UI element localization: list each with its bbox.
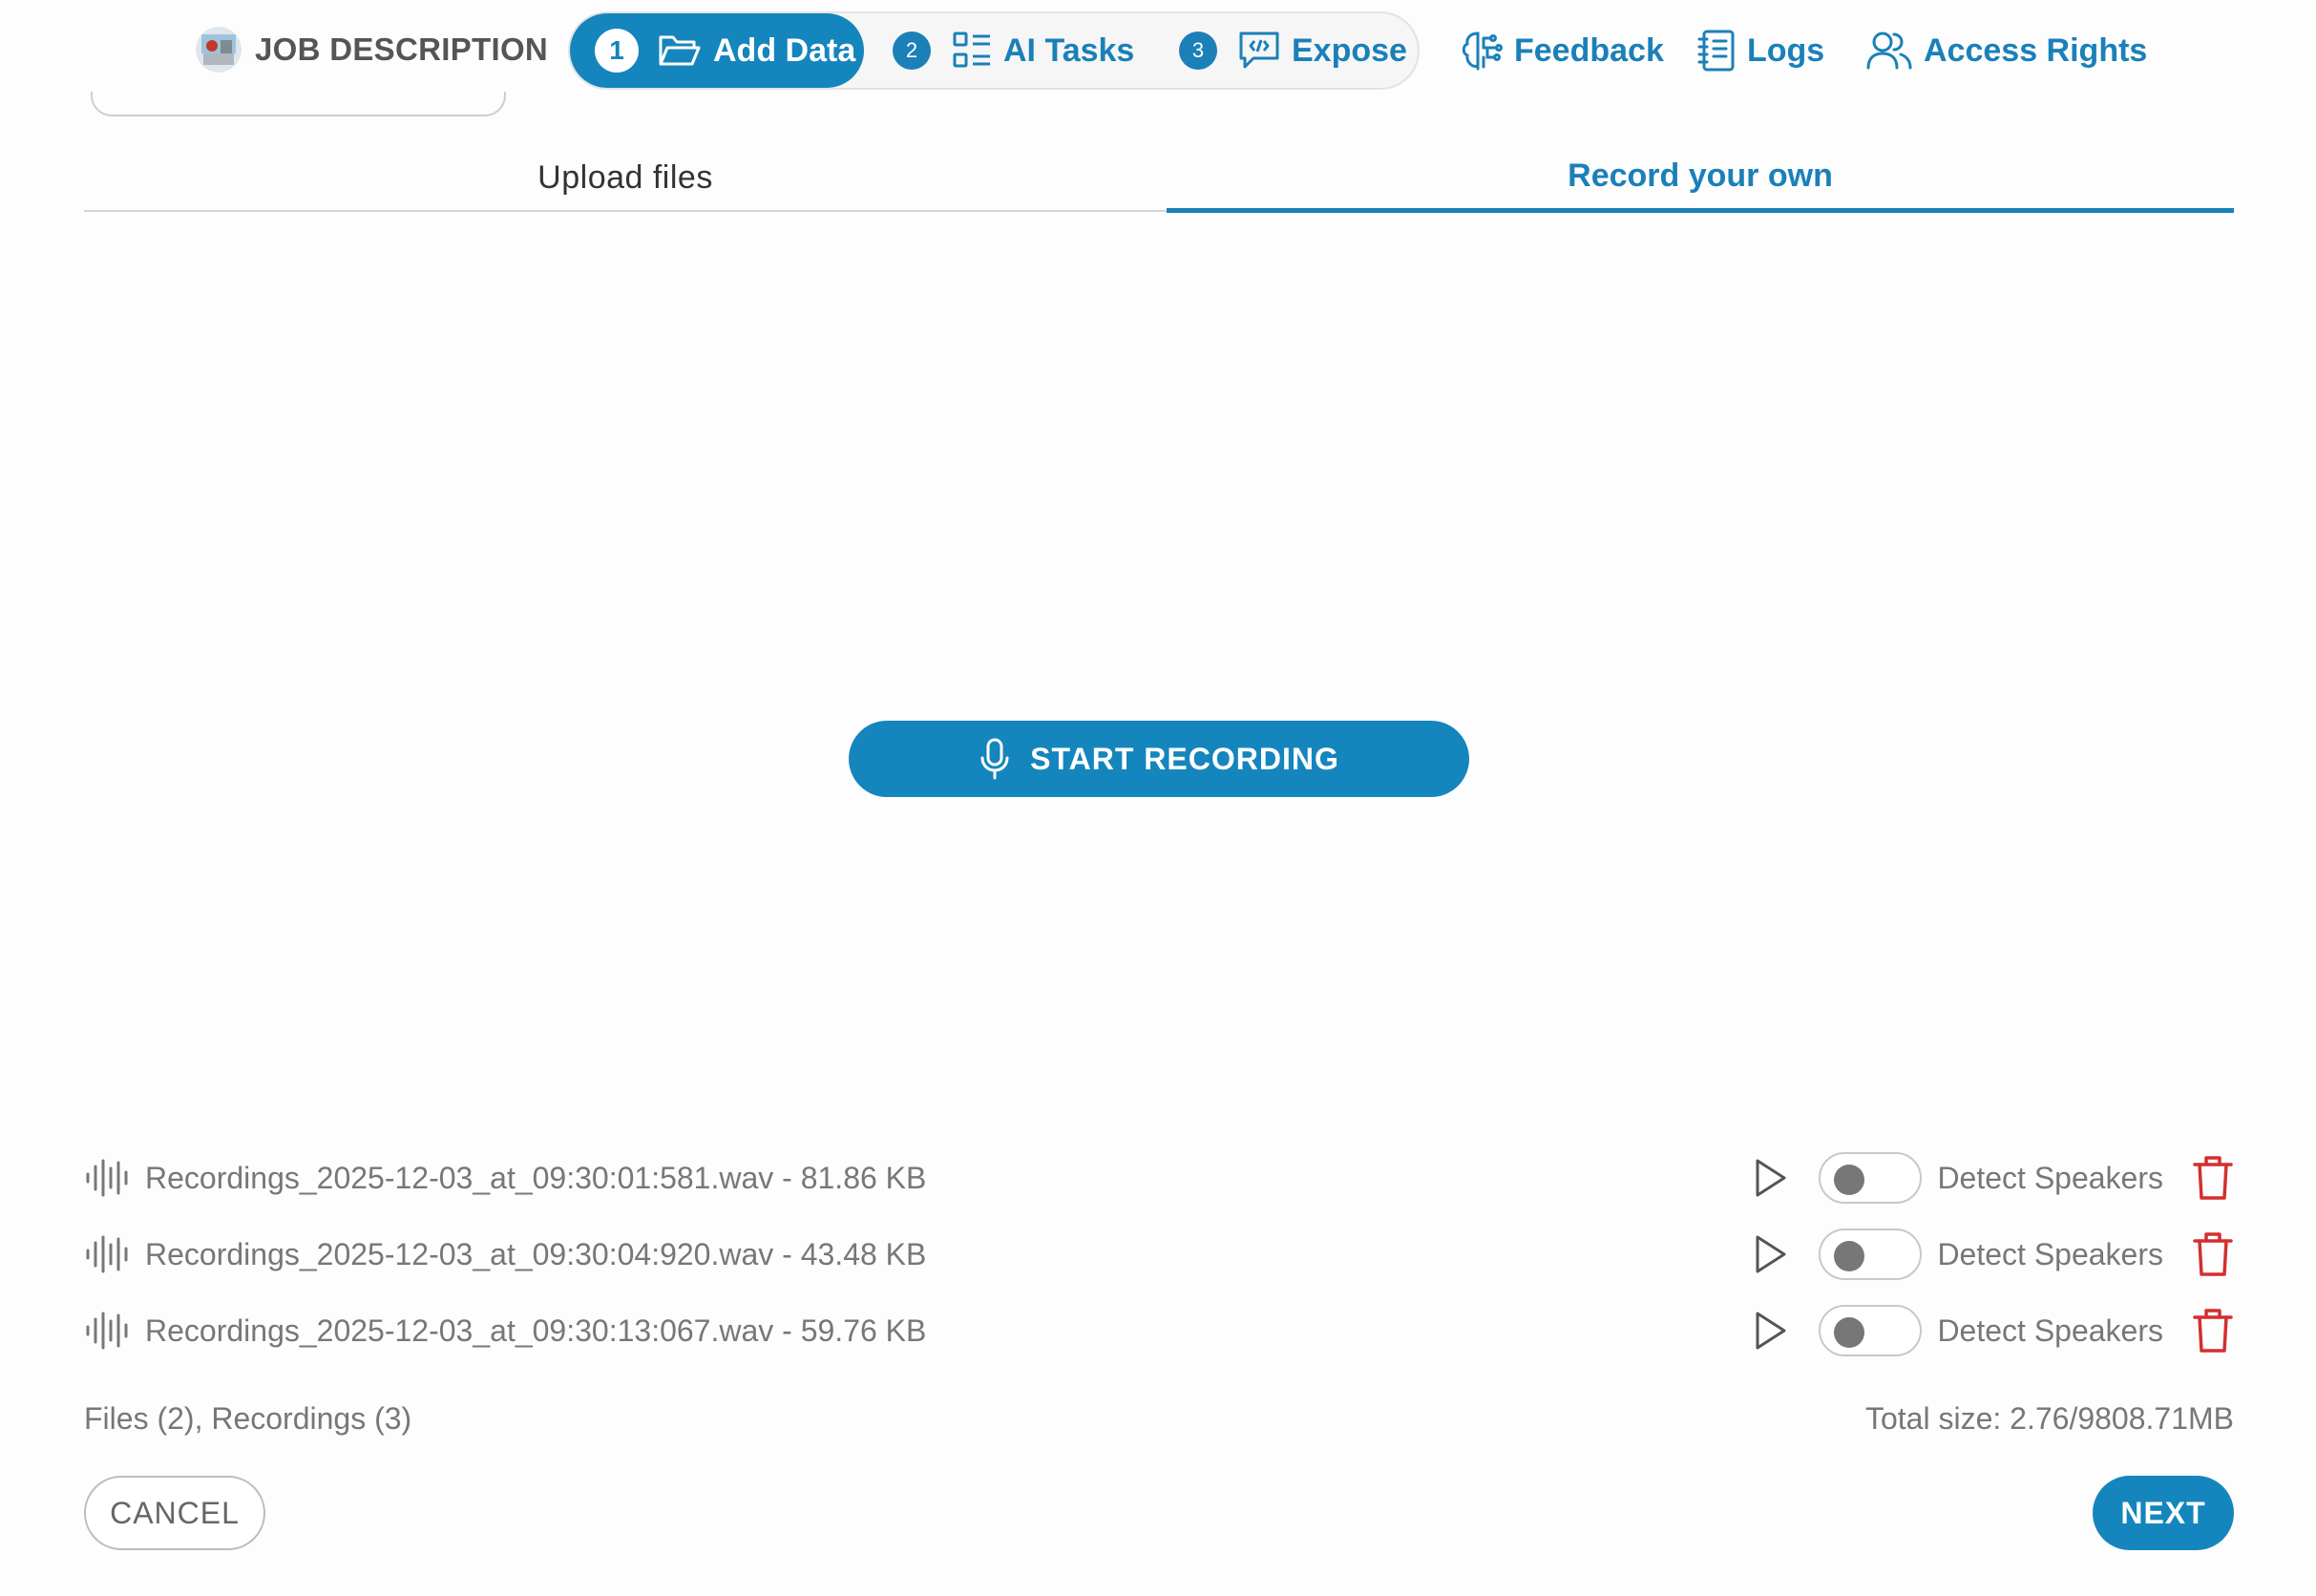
files-recordings-count: Files (2), Recordings (3)	[84, 1401, 412, 1436]
notebook-icon	[1697, 29, 1736, 73]
users-icon	[1866, 30, 1912, 72]
tab-upload-files[interactable]: Upload files	[84, 143, 1167, 212]
step-ai-tasks[interactable]: 2 AI Tasks	[893, 13, 1134, 88]
toggle-knob	[1834, 1165, 1865, 1195]
step-expose[interactable]: 3 Expose	[1179, 13, 1407, 88]
recording-row: Recordings_2025-12-03_at_09:30:01:581.wa…	[84, 1149, 2234, 1207]
recording-file-name: Recordings_2025-12-03_at_09:30:04:920.wa…	[145, 1236, 927, 1271]
step-label: Expose	[1292, 32, 1407, 69]
step-add-data[interactable]: 1 Add Data	[570, 13, 864, 88]
detect-speakers-toggle[interactable]	[1819, 1152, 1923, 1204]
recording-actions: Detect Speakers	[1748, 1302, 2234, 1359]
chat-code-icon	[1238, 31, 1280, 71]
next-button[interactable]: NEXT	[2093, 1476, 2234, 1550]
play-icon[interactable]	[1748, 1309, 1792, 1353]
toggle-knob	[1834, 1241, 1865, 1271]
recording-row: Recordings_2025-12-03_at_09:30:13:067.wa…	[84, 1302, 2234, 1359]
detect-speakers-label: Detect Speakers	[1937, 1236, 2163, 1271]
workflow-stepper: 1 Add Data 2 AI Tasks 3 Expose	[568, 11, 1420, 90]
microphone-icon	[979, 737, 1011, 781]
toggle-knob	[1834, 1317, 1865, 1348]
start-recording-label: START RECORDING	[1030, 741, 1339, 776]
step-label: AI Tasks	[1003, 32, 1135, 69]
folder-open-icon	[658, 32, 702, 70]
cancel-button[interactable]: CANCEL	[84, 1476, 265, 1550]
feedback-link[interactable]: Feedback	[1459, 27, 1664, 74]
step-number: 3	[1179, 32, 1217, 70]
brain-icon	[1459, 29, 1503, 73]
data-source-tabs: Upload files Record your own	[84, 143, 2234, 213]
logs-label: Logs	[1747, 32, 1825, 69]
top-bar: JOB DESCRIPTION 1 Add Data 2 AI Tasks 3 …	[0, 0, 2316, 116]
audio-wave-icon	[84, 1157, 130, 1199]
access-rights-link[interactable]: Access Rights	[1866, 27, 2147, 74]
access-rights-label: Access Rights	[1924, 32, 2148, 69]
detect-speakers-toggle[interactable]	[1819, 1228, 1923, 1280]
recording-file-name: Recordings_2025-12-03_at_09:30:13:067.wa…	[145, 1312, 927, 1348]
logs-link[interactable]: Logs	[1697, 27, 1824, 74]
play-icon[interactable]	[1748, 1232, 1792, 1276]
tab-record-your-own[interactable]: Record your own	[1167, 143, 2234, 213]
recording-actions: Detect Speakers	[1748, 1226, 2234, 1283]
delete-icon[interactable]	[2192, 1307, 2234, 1354]
step-label: Add Data	[713, 32, 856, 69]
detect-speakers-label: Detect Speakers	[1937, 1312, 2163, 1348]
start-recording-button[interactable]: START RECORDING	[849, 721, 1469, 797]
audio-wave-icon	[84, 1310, 130, 1352]
job-avatar	[196, 27, 242, 73]
job-select-outline	[91, 92, 506, 116]
feedback-label: Feedback	[1514, 32, 1664, 69]
recording-file-name: Recordings_2025-12-03_at_09:30:01:581.wa…	[145, 1160, 927, 1195]
play-icon[interactable]	[1748, 1156, 1792, 1200]
step-number: 1	[595, 29, 639, 73]
list-tasks-icon	[952, 31, 992, 71]
detect-speakers-toggle[interactable]	[1819, 1305, 1923, 1356]
delete-icon[interactable]	[2192, 1154, 2234, 1202]
audio-wave-icon	[84, 1233, 130, 1275]
total-size: Total size: 2.76/9808.71MB	[1864, 1401, 2234, 1436]
job-description[interactable]: JOB DESCRIPTION	[196, 27, 548, 73]
job-description-label: JOB DESCRIPTION	[255, 32, 549, 67]
detect-speakers-label: Detect Speakers	[1937, 1160, 2163, 1195]
delete-icon[interactable]	[2192, 1230, 2234, 1278]
recording-row: Recordings_2025-12-03_at_09:30:04:920.wa…	[84, 1226, 2234, 1283]
step-number: 2	[893, 32, 931, 70]
recording-actions: Detect Speakers	[1748, 1149, 2234, 1207]
